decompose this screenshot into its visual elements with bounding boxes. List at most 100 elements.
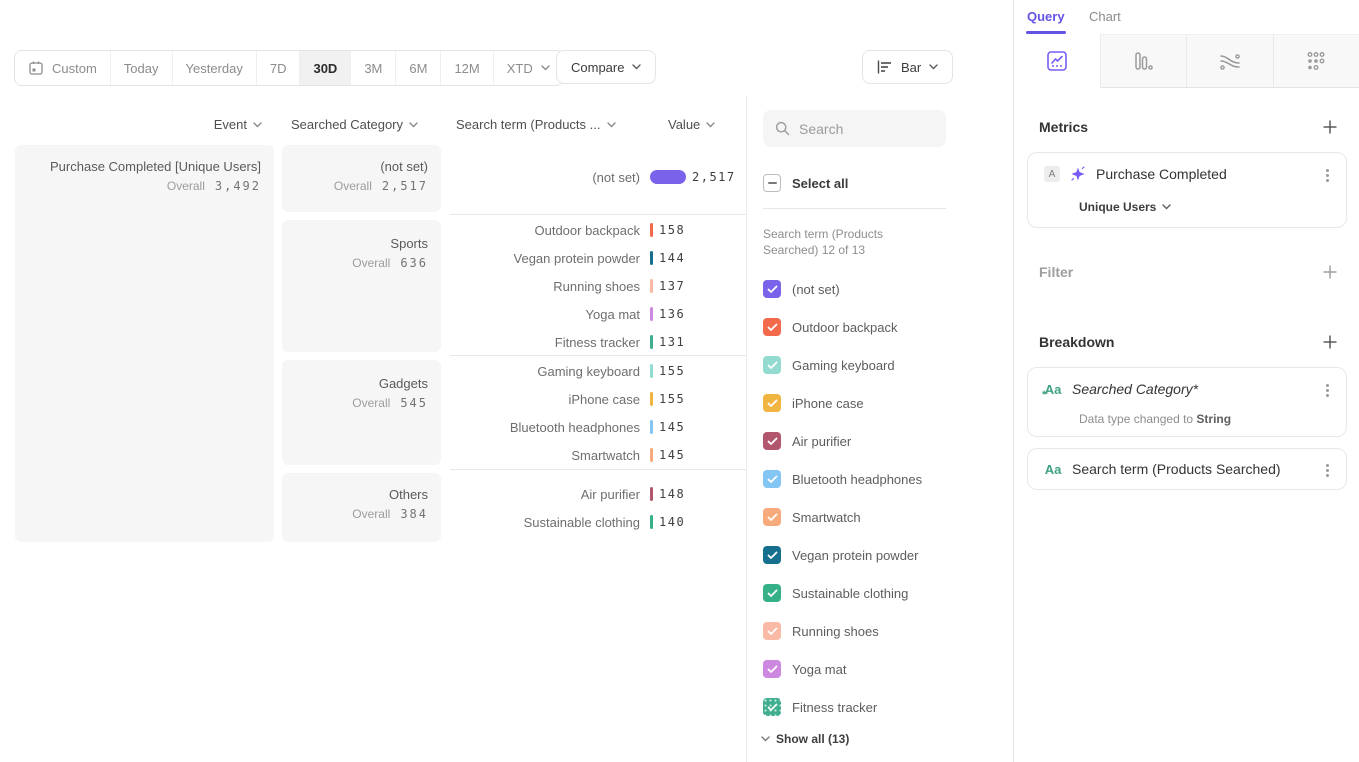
term-label: Yoga mat	[450, 307, 640, 322]
add-filter-button[interactable]	[1322, 264, 1338, 280]
column-header-value[interactable]: Value	[668, 117, 715, 132]
metrics-section-title: Metrics	[1039, 119, 1088, 135]
checkbox-checked-icon[interactable]	[763, 470, 781, 488]
term-checkbox-item[interactable]: Running shoes	[763, 621, 879, 641]
header-label: Value	[668, 117, 700, 132]
term-checkbox-item[interactable]: (not set)	[763, 279, 840, 299]
checkbox-checked-icon[interactable]	[763, 508, 781, 526]
term-row: Smartwatch 145	[450, 441, 746, 469]
checkbox-checked-icon[interactable]	[763, 280, 781, 298]
checkbox-checked-icon[interactable]	[763, 318, 781, 336]
date-range-6m[interactable]: 6M	[395, 51, 440, 85]
tab-funnels[interactable]	[1101, 34, 1187, 88]
checkbox-checked-icon[interactable]	[763, 356, 781, 374]
chart-type-dropdown[interactable]: Bar	[862, 50, 953, 84]
breakdown-card-search-term[interactable]: Aa Search term (Products Searched)	[1027, 448, 1347, 490]
term-bar[interactable]	[650, 420, 653, 434]
column-header-event[interactable]: Event	[214, 117, 262, 132]
breakdown-options-kebab-icon[interactable]	[1322, 462, 1332, 478]
category-name: Sports	[295, 235, 428, 253]
term-row: (not set) 2,517	[450, 163, 746, 191]
range-label: 7D	[270, 61, 287, 76]
checkbox-label: Vegan protein powder	[792, 548, 918, 563]
term-checkbox-item[interactable]: Vegan protein powder	[763, 545, 918, 565]
add-metric-button[interactable]	[1322, 119, 1338, 135]
event-card: Purchase Completed [Unique Users] Overal…	[15, 145, 274, 542]
string-property-icon: Aa	[1044, 462, 1062, 477]
metric-options-kebab-icon[interactable]	[1322, 167, 1332, 183]
term-bar[interactable]	[650, 487, 653, 501]
overall-label: Overall	[352, 396, 390, 410]
date-range-custom[interactable]: Custom	[15, 51, 110, 85]
checkbox-checked-icon[interactable]	[763, 394, 781, 412]
term-bar[interactable]	[650, 335, 653, 349]
indeterminate-checkbox-icon[interactable]	[763, 174, 781, 192]
term-checkbox-item[interactable]: Sustainable clothing	[763, 583, 908, 603]
term-label: iPhone case	[450, 392, 640, 407]
show-all-button[interactable]: Show all (13)	[761, 732, 849, 746]
term-checkbox-item[interactable]: Outdoor backpack	[763, 317, 898, 337]
date-range-xtd[interactable]: XTD	[493, 51, 563, 85]
date-range-30d-active[interactable]: 30D	[299, 51, 350, 85]
checkbox-checked-icon[interactable]	[763, 432, 781, 450]
range-label: 3M	[364, 61, 382, 76]
add-breakdown-button[interactable]	[1322, 334, 1338, 350]
checkbox-checked-icon[interactable]	[763, 584, 781, 602]
checkbox-checked-icon[interactable]	[763, 622, 781, 640]
range-label: 12M	[454, 61, 479, 76]
breakdown-options-kebab-icon[interactable]	[1322, 382, 1332, 398]
term-checkbox-item[interactable]: Air purifier	[763, 431, 851, 451]
tab-label: Chart	[1089, 9, 1121, 24]
calendar-icon	[28, 60, 44, 76]
breakdown-card-row: Aa* Searched Category*	[1044, 381, 1198, 397]
term-bar[interactable]	[650, 279, 653, 293]
chevron-down-icon	[253, 122, 262, 128]
category-card-gadgets: Gadgets Overall545	[282, 360, 441, 465]
term-checkbox-item[interactable]: Smartwatch	[763, 507, 861, 527]
checkbox-checked-icon[interactable]	[763, 660, 781, 678]
tab-chart[interactable]: Chart	[1089, 9, 1121, 24]
column-header-term[interactable]: Search term (Products ...	[456, 117, 616, 132]
term-bar[interactable]	[650, 251, 653, 265]
term-bar[interactable]	[650, 170, 686, 184]
aggregation-dropdown[interactable]: Unique Users	[1079, 200, 1171, 214]
term-value: 155	[659, 364, 685, 378]
metric-card[interactable]: A Purchase Completed Unique Users	[1027, 152, 1347, 228]
tab-flows[interactable]	[1186, 34, 1273, 88]
search-input[interactable]: Search	[763, 110, 946, 147]
filter-section-title: Filter	[1039, 264, 1073, 280]
term-value: 136	[659, 307, 685, 321]
term-bar[interactable]	[650, 364, 653, 378]
term-bar[interactable]	[650, 392, 653, 406]
term-row: Vegan protein powder 144	[450, 244, 746, 272]
term-bar[interactable]	[650, 515, 653, 529]
tab-insights-selected[interactable]	[1014, 34, 1101, 88]
checkbox-label: Yoga mat	[792, 662, 846, 677]
term-checkbox-item[interactable]: Fitness tracker	[763, 697, 877, 717]
date-range-7d[interactable]: 7D	[256, 51, 300, 85]
select-all-row[interactable]: Select all	[763, 174, 848, 192]
date-range-today[interactable]: Today	[110, 51, 172, 85]
checkbox-checked-icon[interactable]	[763, 698, 781, 716]
term-checkbox-item[interactable]: iPhone case	[763, 393, 864, 413]
term-checkbox-item[interactable]: Yoga mat	[763, 659, 846, 679]
term-label: Running shoes	[450, 279, 640, 294]
term-bar[interactable]	[650, 448, 653, 462]
term-label: Smartwatch	[450, 448, 640, 463]
term-bar[interactable]	[650, 307, 653, 321]
tab-query[interactable]: Query	[1027, 9, 1065, 24]
term-checkbox-item[interactable]: Gaming keyboard	[763, 355, 895, 375]
term-checkbox-item[interactable]: Bluetooth headphones	[763, 469, 922, 489]
breakdown-card-searched-category[interactable]: Aa* Searched Category* Data type changed…	[1027, 367, 1347, 437]
column-header-category[interactable]: Searched Category	[291, 117, 418, 132]
term-bar[interactable]	[650, 223, 653, 237]
term-row: Yoga mat 136	[450, 300, 746, 328]
checkbox-checked-icon[interactable]	[763, 546, 781, 564]
category-name: (not set)	[295, 158, 428, 176]
checkbox-label: Outdoor backpack	[792, 320, 898, 335]
date-range-3m[interactable]: 3M	[350, 51, 395, 85]
tab-retention[interactable]	[1273, 34, 1359, 88]
compare-button[interactable]: Compare	[556, 50, 656, 84]
date-range-12m[interactable]: 12M	[440, 51, 492, 85]
date-range-yesterday[interactable]: Yesterday	[172, 51, 256, 85]
